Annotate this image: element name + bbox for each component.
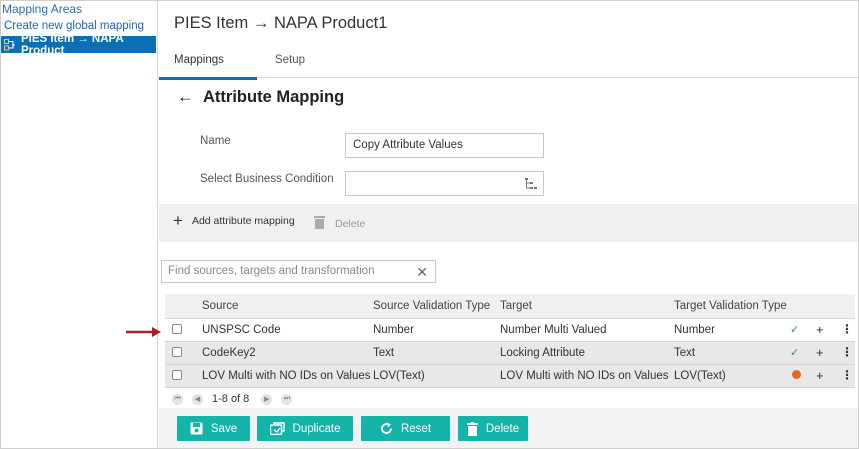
reset-icon (381, 422, 392, 434)
cell-source-type: LOV(Text) (373, 370, 425, 382)
delete-button[interactable]: Delete (458, 416, 528, 441)
section-title-text: Attribute Mapping (203, 87, 345, 106)
valid-check-icon: ✓ (790, 324, 800, 336)
annotation-arrow-icon (126, 327, 161, 337)
search-placeholder: Find sources, targets and transformation (168, 265, 375, 277)
row-checkbox[interactable] (172, 347, 182, 357)
cell-source: UNSPSC Code (202, 324, 281, 336)
delete-mapping-label: Delete (335, 217, 366, 230)
tab-bar: Mappings Setup (159, 48, 859, 80)
sidebar: Mapping Areas Create new global mapping … (0, 0, 158, 449)
plus-icon: + (173, 211, 183, 230)
valid-check-icon: ✓ (790, 347, 800, 359)
mapping-grid: Source Source Validation Type Target Tar… (165, 294, 855, 388)
main-panel: PIES Item → NAPA Product1 Mappings Setup… (159, 0, 859, 449)
more-options-icon[interactable]: ⋮ (841, 345, 853, 359)
mapping-icon (4, 38, 16, 51)
more-options-icon[interactable]: ⋮ (841, 322, 853, 336)
add-row-icon[interactable]: + (816, 322, 824, 337)
duplicate-icon (269, 422, 285, 435)
business-condition-select[interactable] (345, 171, 544, 196)
column-header-source[interactable]: Source (202, 300, 238, 312)
cell-source-type: Text (373, 347, 395, 359)
column-header-target[interactable]: Target (500, 300, 532, 312)
sidebar-heading: Mapping Areas (2, 2, 83, 16)
sidebar-item-label: PIES Item → NAPA Product (21, 32, 124, 57)
last-page-icon[interactable]: ⏭ (281, 393, 293, 405)
warning-icon (792, 370, 801, 379)
add-attribute-mapping-label: Add attribute mapping (191, 215, 295, 227)
table-row[interactable]: UNSPSC Code Number Number Multi Valued N… (165, 319, 855, 342)
cell-target: Locking Attribute (500, 347, 586, 359)
pagination: ⏮ ◀ 1-8 of 8 ▶ ⏭ (172, 393, 301, 405)
add-row-icon[interactable]: + (816, 368, 824, 383)
add-row-icon[interactable]: + (816, 345, 824, 360)
clear-search-icon[interactable]: ✕ (416, 264, 428, 281)
page-range: 1-8 of 8 (212, 393, 250, 405)
cell-target: Number Multi Valued (500, 324, 607, 336)
table-row[interactable]: CodeKey2 Text Locking Attribute Text ✓ +… (165, 342, 855, 365)
grid-header: Source Source Validation Type Target Tar… (165, 294, 855, 319)
cell-target-type: LOV(Text) (674, 370, 726, 382)
delete-label: Delete (485, 422, 520, 435)
business-condition-label: Select Business Condition (200, 173, 334, 185)
action-bar: Save Duplicate Reset Delete (159, 408, 859, 449)
mapping-toolbar: + Add attribute mapping Delete (159, 204, 859, 242)
first-page-icon[interactable]: ⏮ (172, 393, 183, 405)
trash-icon (314, 215, 325, 232)
duplicate-label: Duplicate (292, 422, 341, 435)
cell-source: CodeKey2 (202, 347, 256, 359)
save-label: Save (210, 422, 238, 435)
delete-mapping-button[interactable]: Delete (314, 215, 365, 232)
name-input[interactable]: Copy Attribute Values (345, 133, 544, 158)
add-attribute-mapping-button[interactable]: + Add attribute mapping (173, 211, 295, 230)
cell-target: LOV Multi with NO IDs on Values (500, 370, 669, 382)
cell-source-type: Number (373, 324, 414, 336)
active-tab-indicator (159, 77, 257, 80)
back-arrow-icon[interactable]: ← (177, 87, 194, 107)
hierarchy-picker-icon[interactable] (524, 177, 538, 191)
prev-page-icon[interactable]: ◀ (192, 393, 203, 405)
search-input[interactable]: Find sources, targets and transformation… (161, 260, 436, 283)
column-header-source-validation[interactable]: Source Validation Type (373, 300, 490, 312)
tab-mappings[interactable]: Mappings (174, 54, 224, 66)
save-button[interactable]: Save (177, 416, 250, 441)
trash-icon (466, 421, 478, 436)
cell-target-type: Text (674, 347, 696, 359)
cell-target-type: Number (674, 324, 715, 336)
reset-button[interactable]: Reset (361, 416, 450, 441)
table-row[interactable]: LOV Multi with NO IDs on Values LOV(Text… (165, 365, 855, 388)
section-title: ← Attribute Mapping (177, 87, 344, 107)
next-page-icon[interactable]: ▶ (261, 393, 273, 405)
column-header-target-validation[interactable]: Target Validation Type (674, 300, 787, 312)
sidebar-item-pies-napa[interactable]: PIES Item → NAPA Product (1, 33, 156, 57)
create-global-mapping-link[interactable]: Create new global mapping (4, 20, 144, 32)
duplicate-button[interactable]: Duplicate (257, 416, 353, 441)
row-checkbox[interactable] (172, 370, 182, 380)
page-title: PIES Item → NAPA Product1 (174, 14, 388, 32)
save-icon (190, 422, 203, 435)
name-label: Name (200, 135, 231, 147)
reset-label: Reset (400, 422, 432, 435)
cell-source: LOV Multi with NO IDs on Values (202, 370, 371, 382)
more-options-icon[interactable]: ⋮ (841, 368, 853, 382)
row-checkbox[interactable] (172, 324, 182, 334)
tab-setup[interactable]: Setup (275, 54, 305, 66)
